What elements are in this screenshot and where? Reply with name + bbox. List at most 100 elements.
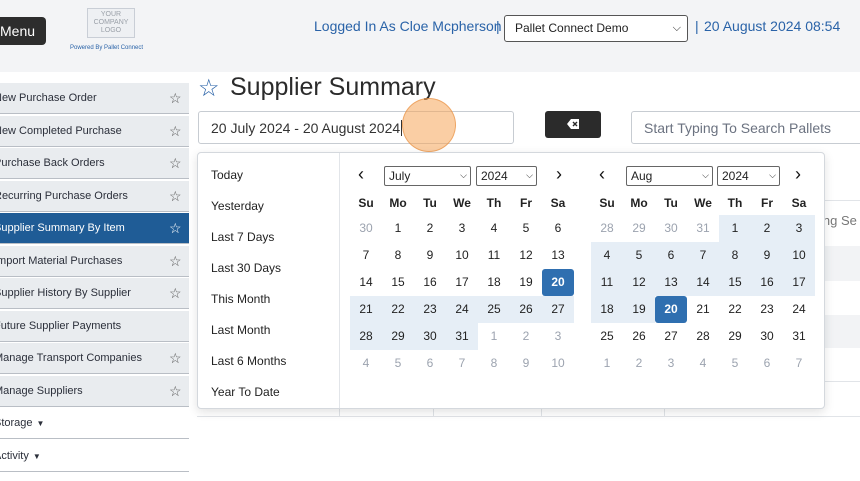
calendar-day[interactable]: 5 xyxy=(382,350,414,377)
range-option[interactable]: Year To Date xyxy=(211,385,280,399)
calendar-day[interactable]: 2 xyxy=(623,350,655,377)
sidebar-item[interactable]: New Completed Purchase ☆ xyxy=(0,115,189,147)
calendar-day[interactable]: 2 xyxy=(414,215,446,242)
calendar-day[interactable]: 5 xyxy=(623,242,655,269)
calendar-day[interactable]: 26 xyxy=(510,296,542,323)
search-pallets-input[interactable]: Start Typing To Search Pallets xyxy=(631,111,860,144)
calendar-day[interactable]: 4 xyxy=(478,215,510,242)
calendar-day[interactable]: 17 xyxy=(783,269,815,296)
calendar-day[interactable]: 25 xyxy=(478,296,510,323)
calendar-day[interactable]: 6 xyxy=(542,215,574,242)
calendar-day[interactable]: 14 xyxy=(350,269,382,296)
calendar-day[interactable]: 31 xyxy=(783,323,815,350)
sidebar-item[interactable]: Supplier History By Supplier ☆ xyxy=(0,278,189,309)
calendar-day[interactable]: 22 xyxy=(719,296,751,323)
sidebar-item[interactable]: Manage Suppliers ☆ xyxy=(0,375,189,407)
calendar-day[interactable]: 26 xyxy=(623,323,655,350)
calendar-day[interactable]: 30 xyxy=(751,323,783,350)
sidebar-item[interactable]: Manage Transport Companies ☆ xyxy=(0,343,189,374)
range-option[interactable]: Last 30 Days xyxy=(211,261,281,275)
calendar-day[interactable]: 1 xyxy=(382,215,414,242)
calendar-day[interactable]: 28 xyxy=(591,215,623,242)
chevron-right-icon[interactable]: › xyxy=(795,164,801,185)
calendar-day[interactable]: 12 xyxy=(623,269,655,296)
calendar-day[interactable]: 11 xyxy=(591,269,623,296)
calendar-day[interactable]: 18 xyxy=(591,296,623,323)
calendar-day[interactable]: 18 xyxy=(478,269,510,296)
calendar-day[interactable]: 24 xyxy=(783,296,815,323)
sidebar-item[interactable]: Activity▼ xyxy=(0,440,189,472)
year-select-right[interactable]: 2024 ⌵ xyxy=(717,166,780,186)
calendar-day[interactable]: 21 xyxy=(687,296,719,323)
favorite-star-icon[interactable]: ☆ xyxy=(169,343,182,373)
calendar-day[interactable]: 4 xyxy=(591,242,623,269)
favorite-star-icon[interactable]: ☆ xyxy=(169,83,182,113)
calendar-day[interactable]: 25 xyxy=(591,323,623,350)
calendar-day[interactable]: 7 xyxy=(687,242,719,269)
calendar-day[interactable]: 6 xyxy=(655,242,687,269)
calendar-day[interactable]: 2 xyxy=(751,215,783,242)
calendar-day[interactable]: 7 xyxy=(446,350,478,377)
date-range-input[interactable]: 20 July 2024 - 20 August 2024 xyxy=(198,111,514,144)
calendar-day[interactable]: 5 xyxy=(719,350,751,377)
calendar-day[interactable]: 12 xyxy=(510,242,542,269)
chevron-left-icon[interactable]: ‹ xyxy=(599,164,605,185)
calendar-day[interactable]: 13 xyxy=(542,242,574,269)
calendar-day[interactable]: 3 xyxy=(783,215,815,242)
calendar-day[interactable]: 28 xyxy=(687,323,719,350)
calendar-day[interactable]: 24 xyxy=(446,296,478,323)
calendar-day[interactable]: 3 xyxy=(655,350,687,377)
calendar-day[interactable]: 10 xyxy=(542,350,574,377)
favorite-star-icon[interactable]: ☆ xyxy=(169,278,182,308)
favorite-star-icon[interactable]: ☆ xyxy=(198,74,220,103)
range-option[interactable]: Today xyxy=(211,168,243,182)
calendar-day[interactable]: 16 xyxy=(751,269,783,296)
calendar-day[interactable]: 11 xyxy=(478,242,510,269)
calendar-day[interactable]: 31 xyxy=(687,215,719,242)
sidebar-item[interactable]: New Purchase Order ☆ xyxy=(0,83,189,114)
calendar-day[interactable]: 4 xyxy=(687,350,719,377)
calendar-day[interactable]: 1 xyxy=(478,323,510,350)
calendar-day[interactable]: 15 xyxy=(719,269,751,296)
calendar-day[interactable]: 10 xyxy=(446,242,478,269)
calendar-day[interactable]: 19 xyxy=(510,269,542,296)
calendar-day[interactable]: 17 xyxy=(446,269,478,296)
favorite-star-icon[interactable]: ☆ xyxy=(169,213,182,243)
calendar-day[interactable]: 2 xyxy=(510,323,542,350)
calendar-day[interactable]: 20 xyxy=(542,269,574,296)
menu-button[interactable]: Menu xyxy=(0,17,46,45)
range-option[interactable]: Last 6 Months xyxy=(211,354,286,368)
calendar-day[interactable]: 30 xyxy=(655,215,687,242)
month-select-left[interactable]: July ⌵ xyxy=(384,166,471,186)
favorite-star-icon[interactable]: ☆ xyxy=(169,181,182,211)
calendar-day[interactable]: 6 xyxy=(414,350,446,377)
calendar-day[interactable]: 1 xyxy=(591,350,623,377)
range-option[interactable]: Yesterday xyxy=(211,199,264,213)
calendar-day[interactable]: 8 xyxy=(382,242,414,269)
month-select-right[interactable]: Aug ⌵ xyxy=(626,166,713,186)
calendar-day[interactable]: 30 xyxy=(414,323,446,350)
sidebar-item[interactable]: Storage▼ xyxy=(0,408,189,439)
calendar-day[interactable]: 7 xyxy=(783,350,815,377)
calendar-day[interactable]: 5 xyxy=(510,215,542,242)
calendar-day[interactable]: 29 xyxy=(382,323,414,350)
calendar-day[interactable]: 16 xyxy=(414,269,446,296)
sidebar-item[interactable]: Recurring Purchase Orders ☆ xyxy=(0,180,189,212)
favorite-star-icon[interactable]: ☆ xyxy=(169,148,182,178)
calendar-day[interactable]: 23 xyxy=(751,296,783,323)
favorite-star-icon[interactable]: ☆ xyxy=(169,376,182,406)
range-option[interactable]: This Month xyxy=(211,292,270,306)
favorite-star-icon[interactable]: ☆ xyxy=(169,116,182,146)
calendar-day[interactable]: 13 xyxy=(655,269,687,296)
calendar-day[interactable]: 9 xyxy=(510,350,542,377)
calendar-day[interactable]: 27 xyxy=(542,296,574,323)
calendar-day[interactable]: 8 xyxy=(719,242,751,269)
calendar-day[interactable]: 10 xyxy=(783,242,815,269)
calendar-day[interactable]: 23 xyxy=(414,296,446,323)
calendar-day[interactable]: 30 xyxy=(350,215,382,242)
calendar-day[interactable]: 31 xyxy=(446,323,478,350)
calendar-day[interactable]: 15 xyxy=(382,269,414,296)
favorite-star-icon[interactable]: ☆ xyxy=(169,246,182,276)
calendar-day[interactable]: 22 xyxy=(382,296,414,323)
chevron-left-icon[interactable]: ‹ xyxy=(358,164,364,185)
